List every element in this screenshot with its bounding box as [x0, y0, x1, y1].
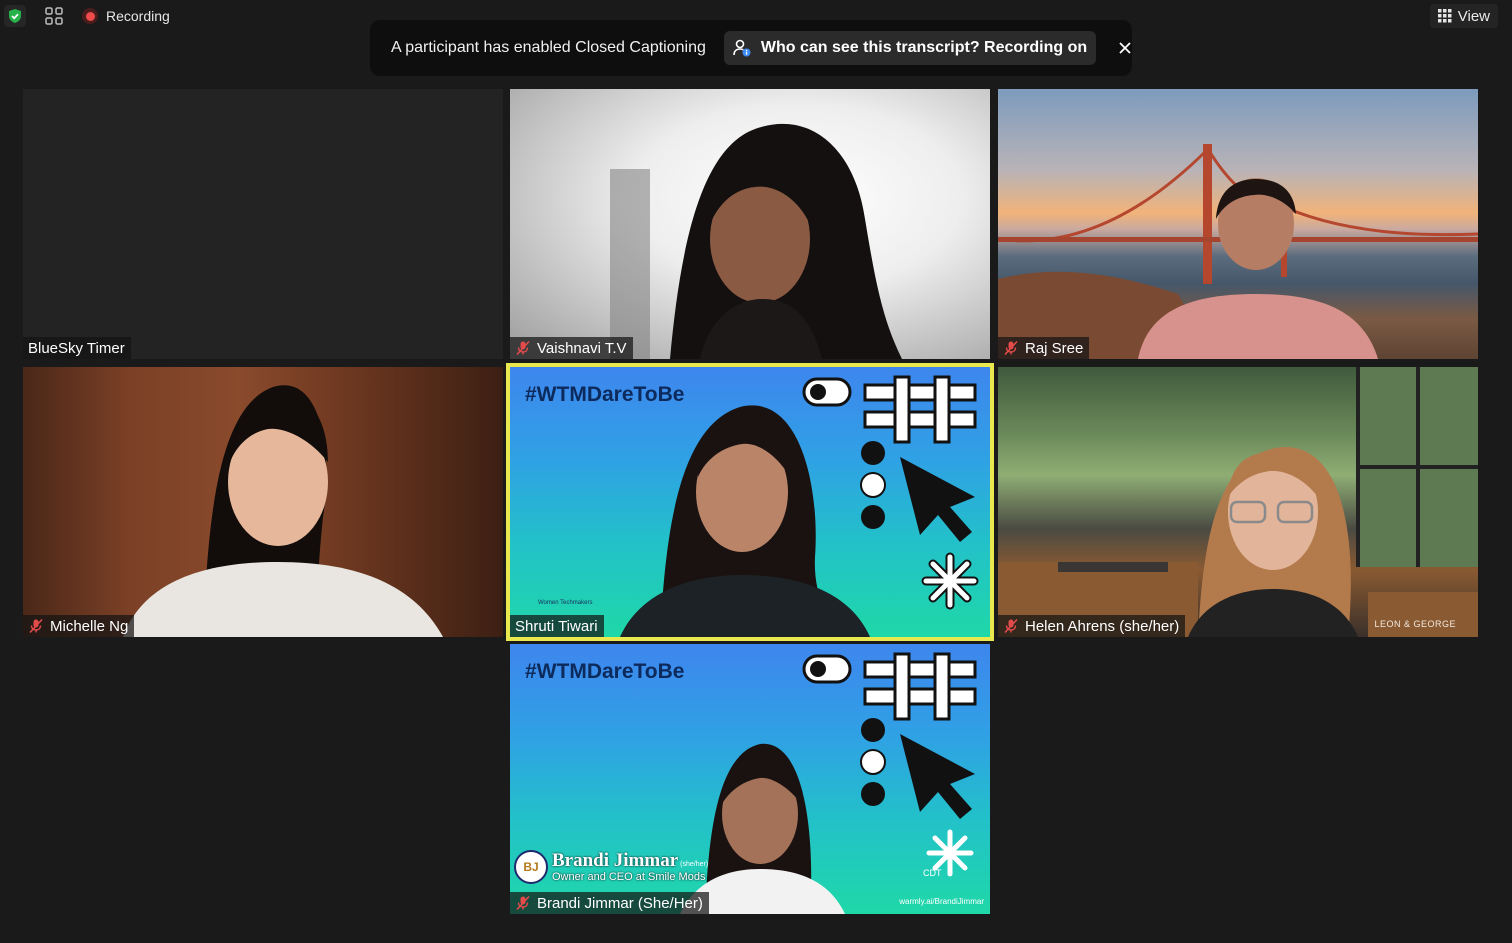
participant-name-tag: Vaishnavi T.V: [510, 337, 633, 359]
recording-label: Recording: [106, 8, 170, 24]
participant-video: [610, 123, 902, 359]
apps-grid-icon[interactable]: [42, 5, 66, 27]
participant-video: [620, 375, 979, 637]
view-button[interactable]: View: [1429, 4, 1498, 28]
participant-tile[interactable]: LEON & GEORGE Helen Ahrens (she/her): [998, 367, 1478, 637]
leon-george-watermark: LEON & GEORGE: [1374, 619, 1456, 629]
participant-tile[interactable]: Raj Sree: [998, 89, 1478, 359]
person-info-icon: [733, 39, 751, 57]
participant-name-tag: Raj Sree: [998, 337, 1090, 359]
participant-name: Vaishnavi T.V: [537, 339, 627, 357]
participant-name: Helen Ahrens (she/her): [1025, 617, 1180, 635]
warmly-link: warmly.ai/BrandiJimmar: [899, 897, 984, 906]
participant-name: Raj Sree: [1025, 339, 1084, 357]
closed-caption-banner: A participant has enabled Closed Caption…: [370, 20, 1132, 76]
participant-tile[interactable]: Vaishnavi T.V: [510, 89, 990, 359]
participant-name: Shruti Tiwari: [515, 617, 598, 635]
lower-third-name: Brandi Jimmar: [552, 850, 679, 871]
participant-name-tag: Brandi Jimmar (She/Her): [510, 892, 709, 914]
participant-tile[interactable]: #WTMDareToBe Women Techmakers Shruti Tiw…: [510, 367, 990, 637]
muted-mic-icon: [515, 340, 531, 356]
muted-mic-icon: [1003, 340, 1019, 356]
recording-indicator[interactable]: Recording: [82, 5, 170, 27]
brandi-avatar: BJ: [514, 850, 548, 884]
view-label: View: [1457, 7, 1490, 25]
lower-third-banner: BJ Brandi Jimmar (she/her) Owner and CEO…: [514, 850, 708, 884]
participant-name: Michelle Ng: [50, 617, 129, 635]
participant-tile[interactable]: BlueSky Timer: [23, 89, 503, 359]
participant-tile[interactable]: #WTMDareToBe BJ Brandi Jimmar (she/her) …: [510, 644, 990, 914]
participant-name-tag: Shruti Tiwari: [510, 615, 604, 637]
participant-name-tag: Helen Ahrens (she/her): [998, 615, 1186, 637]
close-icon[interactable]: [1118, 38, 1132, 58]
lower-third-pronoun: (she/her): [680, 861, 709, 868]
banner-message: A participant has enabled Closed Caption…: [391, 39, 706, 56]
participant-video: [998, 367, 1478, 637]
muted-mic-icon: [1003, 618, 1019, 634]
participant-name-tag: BlueSky Timer: [23, 337, 131, 359]
participant-video: [998, 144, 1478, 359]
record-dot-icon: [82, 8, 98, 24]
women-techmakers-tag: Women Techmakers: [538, 600, 593, 606]
transcript-visibility-button[interactable]: Who can see this transcript? Recording o…: [723, 31, 1097, 65]
lower-third-title: Owner and CEO at Smile Mods: [552, 871, 706, 883]
participant-video: [123, 385, 443, 637]
gallery-view-icon: [1437, 9, 1452, 23]
muted-mic-icon: [28, 618, 44, 634]
transcript-chip-label: Who can see this transcript? Recording o…: [760, 39, 1088, 56]
security-shield-icon[interactable]: [4, 5, 26, 27]
timezone-label: CDT: [923, 868, 942, 878]
participant-name: BlueSky Timer: [28, 339, 125, 357]
participant-tile[interactable]: Michelle Ng: [23, 367, 503, 637]
muted-mic-icon: [515, 895, 531, 911]
participant-name-tag: Michelle Ng: [23, 615, 135, 637]
participant-name: Brandi Jimmar (She/Her): [537, 894, 703, 912]
